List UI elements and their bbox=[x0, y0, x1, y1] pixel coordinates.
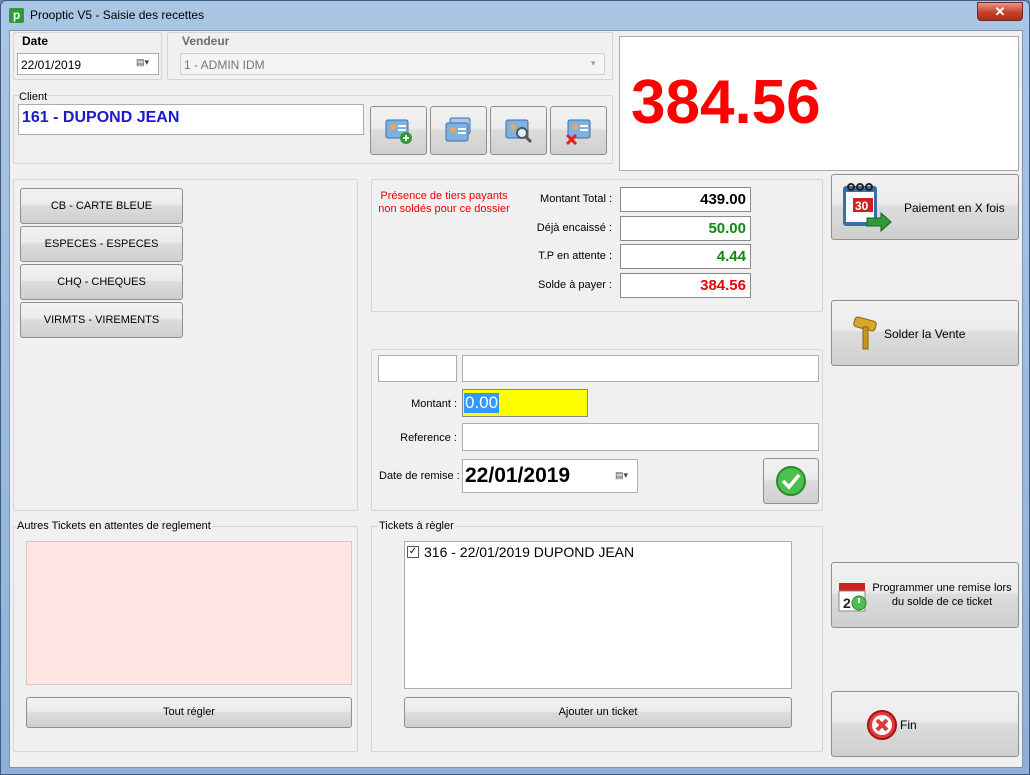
solder-vente-label: Solder la Vente bbox=[884, 327, 966, 341]
payment-methods-panel: CB - CARTE BLEUE ESPECES - ESPECES CHQ -… bbox=[13, 179, 358, 511]
date-group: Date 22/01/2019 ▤▾ bbox=[13, 32, 162, 80]
validate-button[interactable] bbox=[763, 458, 819, 504]
calendar-payment-icon: 30 bbox=[843, 183, 892, 233]
app-logo-icon: p bbox=[9, 8, 24, 23]
window-title: Prooptic V5 - Saisie des recettes bbox=[30, 8, 205, 22]
client-label: Client bbox=[19, 91, 48, 103]
client-cards-button[interactable] bbox=[430, 106, 487, 155]
client-add-button[interactable] bbox=[370, 106, 427, 155]
deja-encaisse-label: Déjà encaissé : bbox=[536, 222, 612, 234]
paiement-x-fois-button[interactable]: 30 Paiement en X fois bbox=[831, 174, 1019, 240]
libelle-field[interactable] bbox=[462, 355, 819, 382]
big-total-value: 384.56 bbox=[631, 68, 821, 137]
client-search-button[interactable] bbox=[490, 106, 547, 155]
client-add-icon bbox=[385, 119, 412, 144]
close-circle-icon bbox=[867, 710, 897, 740]
payment-cb-button[interactable]: CB - CARTE BLEUE bbox=[20, 188, 183, 224]
tickets-panel: Tickets à règler ✓ 316 - 22/01/2019 DUPO… bbox=[371, 520, 823, 752]
fin-button[interactable]: Fin bbox=[831, 691, 1019, 757]
date-remise-value: 22/01/2019 bbox=[465, 464, 571, 487]
vendeur-label: Vendeur bbox=[182, 34, 230, 48]
tickets-label: Tickets à règler bbox=[378, 520, 455, 532]
date-label: Date bbox=[22, 34, 49, 48]
autres-tickets-panel: Autres Tickets en attentes de reglement … bbox=[13, 520, 358, 752]
client-value: 161 - DUPOND JEAN bbox=[22, 109, 180, 126]
date-value: 22/01/2019 bbox=[21, 58, 82, 72]
programmer-remise-button[interactable]: 2 Programmer une remise lors du solde de… bbox=[831, 562, 1019, 628]
tout-regler-button[interactable]: Tout régler bbox=[26, 697, 352, 728]
client-group: Client 161 - DUPOND JEAN bbox=[13, 91, 613, 164]
ticket-text: 316 - 22/01/2019 DUPOND JEAN bbox=[424, 544, 635, 560]
payment-virements-button[interactable]: VIRMTS - VIREMENTS bbox=[20, 302, 183, 338]
vendeur-select[interactable]: 1 - ADMIN IDM ▾ bbox=[180, 53, 605, 75]
main-content: Date 22/01/2019 ▤▾ Vendeur 1 - ADMIN IDM… bbox=[9, 30, 1023, 768]
deja-encaisse-value: 50.00 bbox=[620, 216, 751, 241]
solde-a-payer-value: 384.56 bbox=[620, 273, 751, 298]
payment-especes-button[interactable]: ESPECES - ESPECES bbox=[20, 226, 183, 262]
gavel-icon bbox=[853, 316, 877, 350]
montant-total-value: 439.00 bbox=[620, 187, 751, 212]
client-field[interactable]: 161 - DUPOND JEAN bbox=[18, 104, 364, 135]
montant-value: 0.00 bbox=[464, 393, 500, 413]
ajouter-ticket-button[interactable]: Ajouter un ticket bbox=[404, 697, 792, 728]
ticket-checkbox[interactable]: ✓ bbox=[407, 546, 419, 558]
entry-panel: Montant : 0.00 Reference : Date de remis… bbox=[371, 349, 823, 511]
date-picker[interactable]: 22/01/2019 ▤▾ bbox=[17, 53, 159, 75]
tickets-list: ✓ 316 - 22/01/2019 DUPOND JEAN bbox=[404, 541, 792, 689]
fin-label: Fin bbox=[900, 718, 917, 732]
summary-panel: Présence de tiers payants non soldés pou… bbox=[371, 179, 823, 312]
montant-label: Montant : bbox=[411, 398, 457, 410]
svg-text:30: 30 bbox=[855, 199, 869, 213]
close-button[interactable]: ✕ bbox=[977, 2, 1023, 21]
calendar-dropdown-icon[interactable]: ▤▾ bbox=[136, 57, 150, 71]
client-delete-icon bbox=[565, 119, 591, 145]
client-cards-icon bbox=[445, 117, 471, 142]
vendeur-group: Vendeur 1 - ADMIN IDM ▾ bbox=[167, 32, 613, 80]
checkmark-icon bbox=[776, 466, 806, 496]
date-remise-picker[interactable]: 22/01/2019 ▤▾ bbox=[462, 459, 638, 493]
title-bar: p Prooptic V5 - Saisie des recettes ✕ bbox=[1, 1, 1029, 29]
code-field[interactable] bbox=[378, 355, 457, 382]
date-remise-label: Date de remise : bbox=[379, 470, 460, 482]
payment-cheques-button[interactable]: CHQ - CHEQUES bbox=[20, 264, 183, 300]
vendeur-value: 1 - ADMIN IDM bbox=[184, 58, 265, 72]
client-search-icon bbox=[505, 119, 533, 144]
client-delete-button[interactable] bbox=[550, 106, 607, 155]
reference-input[interactable] bbox=[462, 423, 819, 451]
solde-a-payer-label: Solde à payer : bbox=[538, 279, 612, 291]
tiers-payants-warning: Présence de tiers payants non soldés pou… bbox=[378, 190, 510, 215]
svg-text:2: 2 bbox=[843, 595, 851, 611]
big-total-display: 384.56 bbox=[619, 36, 1019, 171]
autres-tickets-label: Autres Tickets en attentes de reglement bbox=[16, 520, 212, 532]
calendar-schedule-icon: 2 bbox=[838, 583, 867, 612]
app-window: p Prooptic V5 - Saisie des recettes ✕ Da… bbox=[0, 0, 1030, 775]
montant-total-label: Montant Total : bbox=[540, 193, 612, 205]
chevron-down-icon[interactable]: ▾ bbox=[591, 58, 605, 72]
reference-label: Reference : bbox=[400, 432, 457, 444]
tp-en-attente-value: 4.44 bbox=[620, 244, 751, 269]
calendar-dropdown-icon[interactable]: ▤▾ bbox=[615, 470, 629, 484]
tp-en-attente-label: T.P en attente : bbox=[538, 250, 612, 262]
paiement-x-fois-label: Paiement en X fois bbox=[904, 201, 1005, 215]
autres-tickets-list[interactable] bbox=[26, 541, 352, 685]
montant-input[interactable]: 0.00 bbox=[462, 389, 588, 417]
programmer-remise-label: Programmer une remise lors du solde de c… bbox=[872, 582, 1012, 608]
solder-vente-button[interactable]: Solder la Vente bbox=[831, 300, 1019, 366]
